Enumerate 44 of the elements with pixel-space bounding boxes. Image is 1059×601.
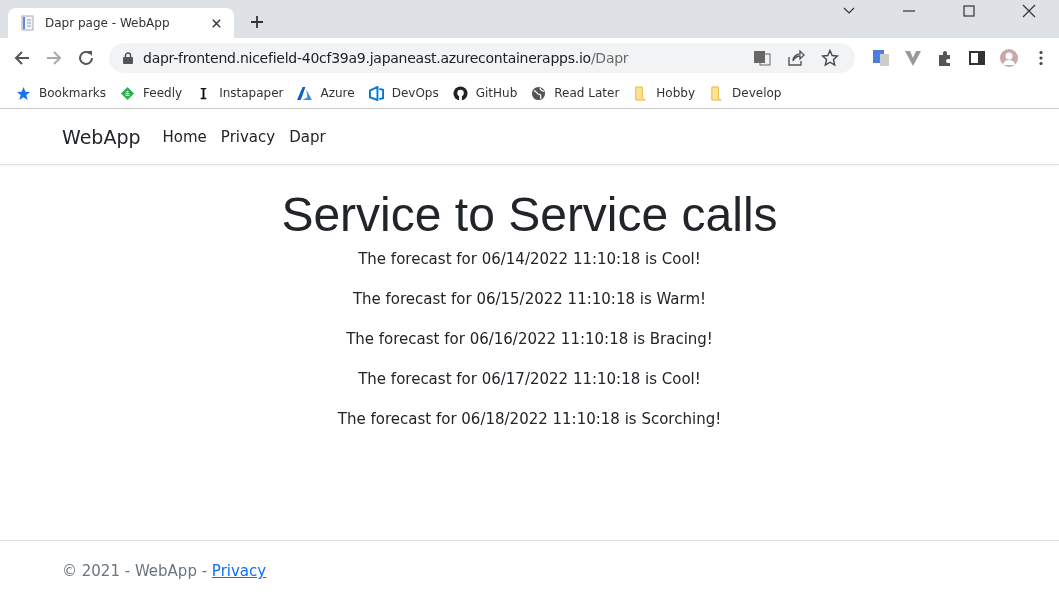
- bookmark-item[interactable]: Develop: [709, 85, 782, 101]
- document-icon: [20, 15, 36, 31]
- folder-icon: [709, 85, 725, 101]
- folder-icon: [633, 85, 649, 101]
- forecast-text: The forecast for 06/15/2022 11:10:18 is Warm!: [351, 289, 708, 310]
- devops-icon: [368, 85, 384, 101]
- bookmark-item[interactable]: Feedly: [120, 85, 183, 101]
- footer-text: © 2021 - WebApp - Privacy: [62, 562, 267, 580]
- close-icon[interactable]: [1022, 4, 1036, 18]
- bookmark-item[interactable]: GitHub: [452, 85, 518, 101]
- url-text: dapr-frontend.nicefield-40cf39a9.japaneast.azurecontainerapps.io/Dapr: [143, 50, 629, 66]
- bookmark-item[interactable]: Read Later: [531, 85, 620, 101]
- forecast-text: The forecast for 06/18/2022 11:10:18 is Scorching!: [337, 409, 722, 430]
- share-icon[interactable]: [787, 49, 805, 67]
- nav-link[interactable]: Dapr: [289, 127, 326, 146]
- azure-a-icon: [297, 85, 313, 101]
- nav-link[interactable]: Home: [162, 127, 207, 146]
- privacy-link[interactable]: Privacy: [211, 562, 267, 580]
- brand-link[interactable]: WebApp: [62, 125, 141, 148]
- address-bar[interactable]: dapr-frontend.nicefield-40cf39a9.japaneast.azurecontainerapps.io/Dapr: [109, 43, 855, 73]
- tab-title: Dapr page - WebApp: [45, 16, 171, 30]
- bookmark-item[interactable]: Bookmarks: [16, 85, 107, 101]
- forecast-text: The forecast for 06/17/2022 11:10:18 is Cool!: [357, 369, 702, 390]
- back-arrow-icon[interactable]: [13, 49, 31, 67]
- close-icon[interactable]: [211, 17, 222, 29]
- bookmark-item[interactable]: Instapaper: [196, 85, 284, 101]
- nav-link[interactable]: Privacy: [220, 127, 276, 146]
- feedly-leaf-icon: [120, 85, 136, 101]
- bookmark-item[interactable]: DevOps: [368, 85, 439, 101]
- maximize-icon[interactable]: [962, 4, 976, 18]
- lock-icon: [123, 52, 133, 64]
- star-icon: [16, 85, 31, 101]
- new-tab-plus-icon[interactable]: [250, 15, 264, 29]
- forecast-text: The forecast for 06/16/2022 11:10:18 is Bracing!: [345, 329, 714, 350]
- side-panel-icon[interactable]: [968, 49, 986, 67]
- bookmark-item[interactable]: Azure: [297, 85, 355, 101]
- v-logo-icon[interactable]: [904, 49, 922, 67]
- browser-tab[interactable]: Dapr page - WebApp: [8, 8, 234, 38]
- forecast-text: The forecast for 06/14/2022 11:10:18 is Cool!: [357, 249, 702, 270]
- reload-icon[interactable]: [77, 49, 95, 67]
- page-heading: Service to Service calls: [281, 187, 778, 242]
- bookmark-item[interactable]: Hobby: [633, 85, 696, 101]
- star-outline-icon[interactable]: [821, 49, 839, 67]
- globe-icon: [531, 85, 547, 101]
